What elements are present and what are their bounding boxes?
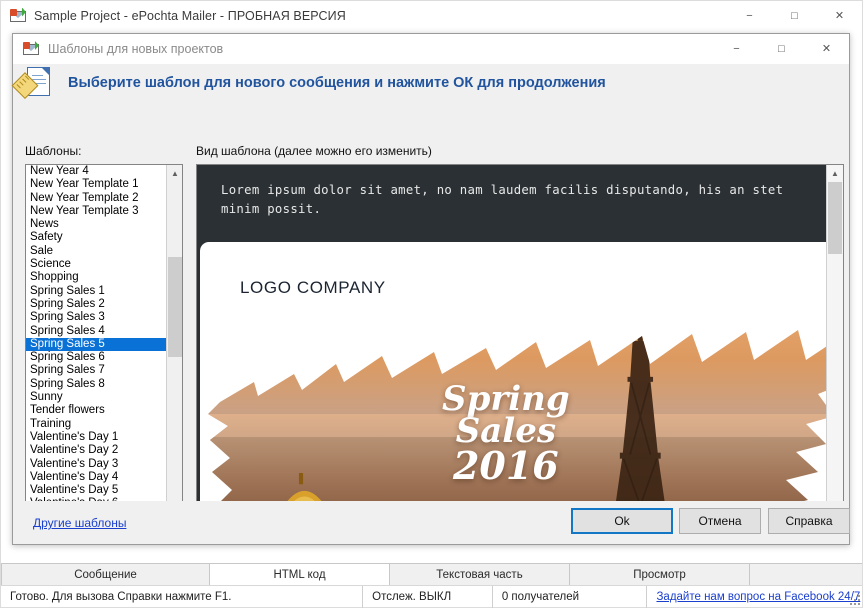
list-item[interactable]: New Year Template 2 xyxy=(26,192,167,205)
templates-listbox[interactable]: New Year 4 New Year Template 1 New Year … xyxy=(25,164,183,536)
scroll-up-icon[interactable]: ▲ xyxy=(167,165,182,181)
preview-label: Вид шаблона (далее можно его изменить) xyxy=(196,144,432,158)
other-templates-link[interactable]: Другие шаблоны xyxy=(33,516,126,530)
status-recipients: 0 получателей xyxy=(491,585,647,608)
list-item[interactable]: Spring Sales 3 xyxy=(26,311,167,324)
list-item[interactable]: Spring Sales 4 xyxy=(26,325,167,338)
list-item[interactable]: Science xyxy=(26,258,167,271)
dialog-minimize-button[interactable]: − xyxy=(714,34,759,63)
list-item[interactable]: Valentine's Day 4 xyxy=(26,471,167,484)
scrollbar-thumb[interactable] xyxy=(168,257,182,357)
resize-grip[interactable] xyxy=(848,593,860,605)
templates-list-inner: New Year 4 New Year Template 1 New Year … xyxy=(26,165,167,535)
minimize-button[interactable]: − xyxy=(727,1,772,30)
list-item[interactable]: Spring Sales 2 xyxy=(26,298,167,311)
app-envelope-icon xyxy=(23,41,39,57)
list-item[interactable]: Spring Sales 8 xyxy=(26,378,167,391)
list-item-selected[interactable]: Spring Sales 5 xyxy=(26,337,167,352)
template-preview-panel: Lorem ipsum dolor sit amet, no nam laude… xyxy=(196,164,844,536)
preview-lorem-text: Lorem ipsum dolor sit amet, no nam laude… xyxy=(221,183,784,216)
templates-dialog: Шаблоны для новых проектов − □ ✕ Выберит xyxy=(11,33,850,545)
hero-brush-svg xyxy=(208,330,828,535)
tab-text-part[interactable]: Текстовая часть xyxy=(390,564,570,586)
preview-hero-image: Spring Sales 2016 xyxy=(206,290,828,535)
list-item[interactable]: New Year Template 3 xyxy=(26,205,167,218)
app-root: Sample Project - ePochta Mailer - ПРОБНА… xyxy=(0,0,863,608)
statusbar: Готово. Для вызова Справки нажмите F1. О… xyxy=(1,585,862,608)
main-window-title: Sample Project - ePochta Mailer - ПРОБНА… xyxy=(34,8,346,23)
list-item[interactable]: Training xyxy=(26,418,167,431)
preview-viewport: Lorem ipsum dolor sit amet, no nam laude… xyxy=(197,165,828,535)
preview-scroll-up-icon[interactable]: ▲ xyxy=(827,165,843,181)
facebook-support-link[interactable]: Задайте нам вопрос на Facebook 24/7 xyxy=(656,591,860,603)
templates-list-scrollbar[interactable]: ▲ ▼ xyxy=(166,165,182,535)
list-item[interactable]: Tender flowers xyxy=(26,404,167,417)
list-item[interactable]: New Year Template 1 xyxy=(26,178,167,191)
maximize-button[interactable]: □ xyxy=(772,1,817,30)
list-item[interactable]: Sunny xyxy=(26,391,167,404)
tab-html-code[interactable]: HTML код xyxy=(210,564,390,586)
templates-label: Шаблоны: xyxy=(25,144,82,158)
list-item[interactable]: Valentine's Day 2 xyxy=(26,444,167,457)
help-button[interactable]: Справка xyxy=(768,508,850,534)
list-item[interactable]: Sale xyxy=(26,245,167,258)
preview-scrollbar-thumb[interactable] xyxy=(828,182,842,254)
paris-photo xyxy=(208,330,828,535)
list-item[interactable]: Spring Sales 7 xyxy=(26,364,167,377)
dialog-header: Выберите шаблон для нового сообщения и н… xyxy=(11,64,849,102)
list-item[interactable]: Spring Sales 6 xyxy=(26,351,167,364)
list-item[interactable]: Shopping xyxy=(26,271,167,284)
tab-preview[interactable]: Просмотр xyxy=(570,564,750,586)
main-window-controls: − □ ✕ xyxy=(727,1,862,30)
ok-button[interactable]: Ok xyxy=(571,508,673,534)
dialog-titlebar: Шаблоны для новых проектов − □ ✕ xyxy=(13,34,849,64)
list-item[interactable]: Spring Sales 1 xyxy=(26,285,167,298)
close-button[interactable]: ✕ xyxy=(817,1,862,30)
tab-message[interactable]: Сообщение xyxy=(1,564,210,586)
list-item[interactable]: Safety xyxy=(26,231,167,244)
dialog-close-button[interactable]: ✕ xyxy=(804,34,849,63)
list-item[interactable]: Valentine's Day 3 xyxy=(26,458,167,471)
list-item[interactable]: New Year 4 xyxy=(26,165,167,178)
dialog-footer: Другие шаблоны Ok Отмена Справка xyxy=(13,501,850,544)
cancel-button[interactable]: Отмена xyxy=(679,508,761,534)
list-item[interactable]: News xyxy=(26,218,167,231)
status-tracking: Отслеж. ВЫКЛ xyxy=(362,585,492,608)
dialog-header-text: Выберите шаблон для нового сообщения и н… xyxy=(68,75,606,91)
document-ruler-icon xyxy=(11,67,55,99)
preview-email-card: LOGO COMPANY Spring Sales 2016 xyxy=(200,242,828,535)
preview-scrollbar[interactable]: ▲ ▼ xyxy=(826,165,843,535)
editor-tabstrip: Сообщение HTML код Текстовая часть Просм… xyxy=(1,563,862,586)
app-envelope-icon xyxy=(10,7,26,24)
list-item[interactable]: Valentine's Day 1 xyxy=(26,431,167,444)
main-titlebar: Sample Project - ePochta Mailer - ПРОБНА… xyxy=(1,1,862,30)
status-message: Готово. Для вызова Справки нажмите F1. xyxy=(10,590,232,603)
dialog-title: Шаблоны для новых проектов xyxy=(48,42,224,56)
dialog-maximize-button[interactable]: □ xyxy=(759,34,804,63)
list-item[interactable]: Valentine's Day 5 xyxy=(26,484,167,497)
dialog-window-controls: − □ ✕ xyxy=(714,34,849,64)
